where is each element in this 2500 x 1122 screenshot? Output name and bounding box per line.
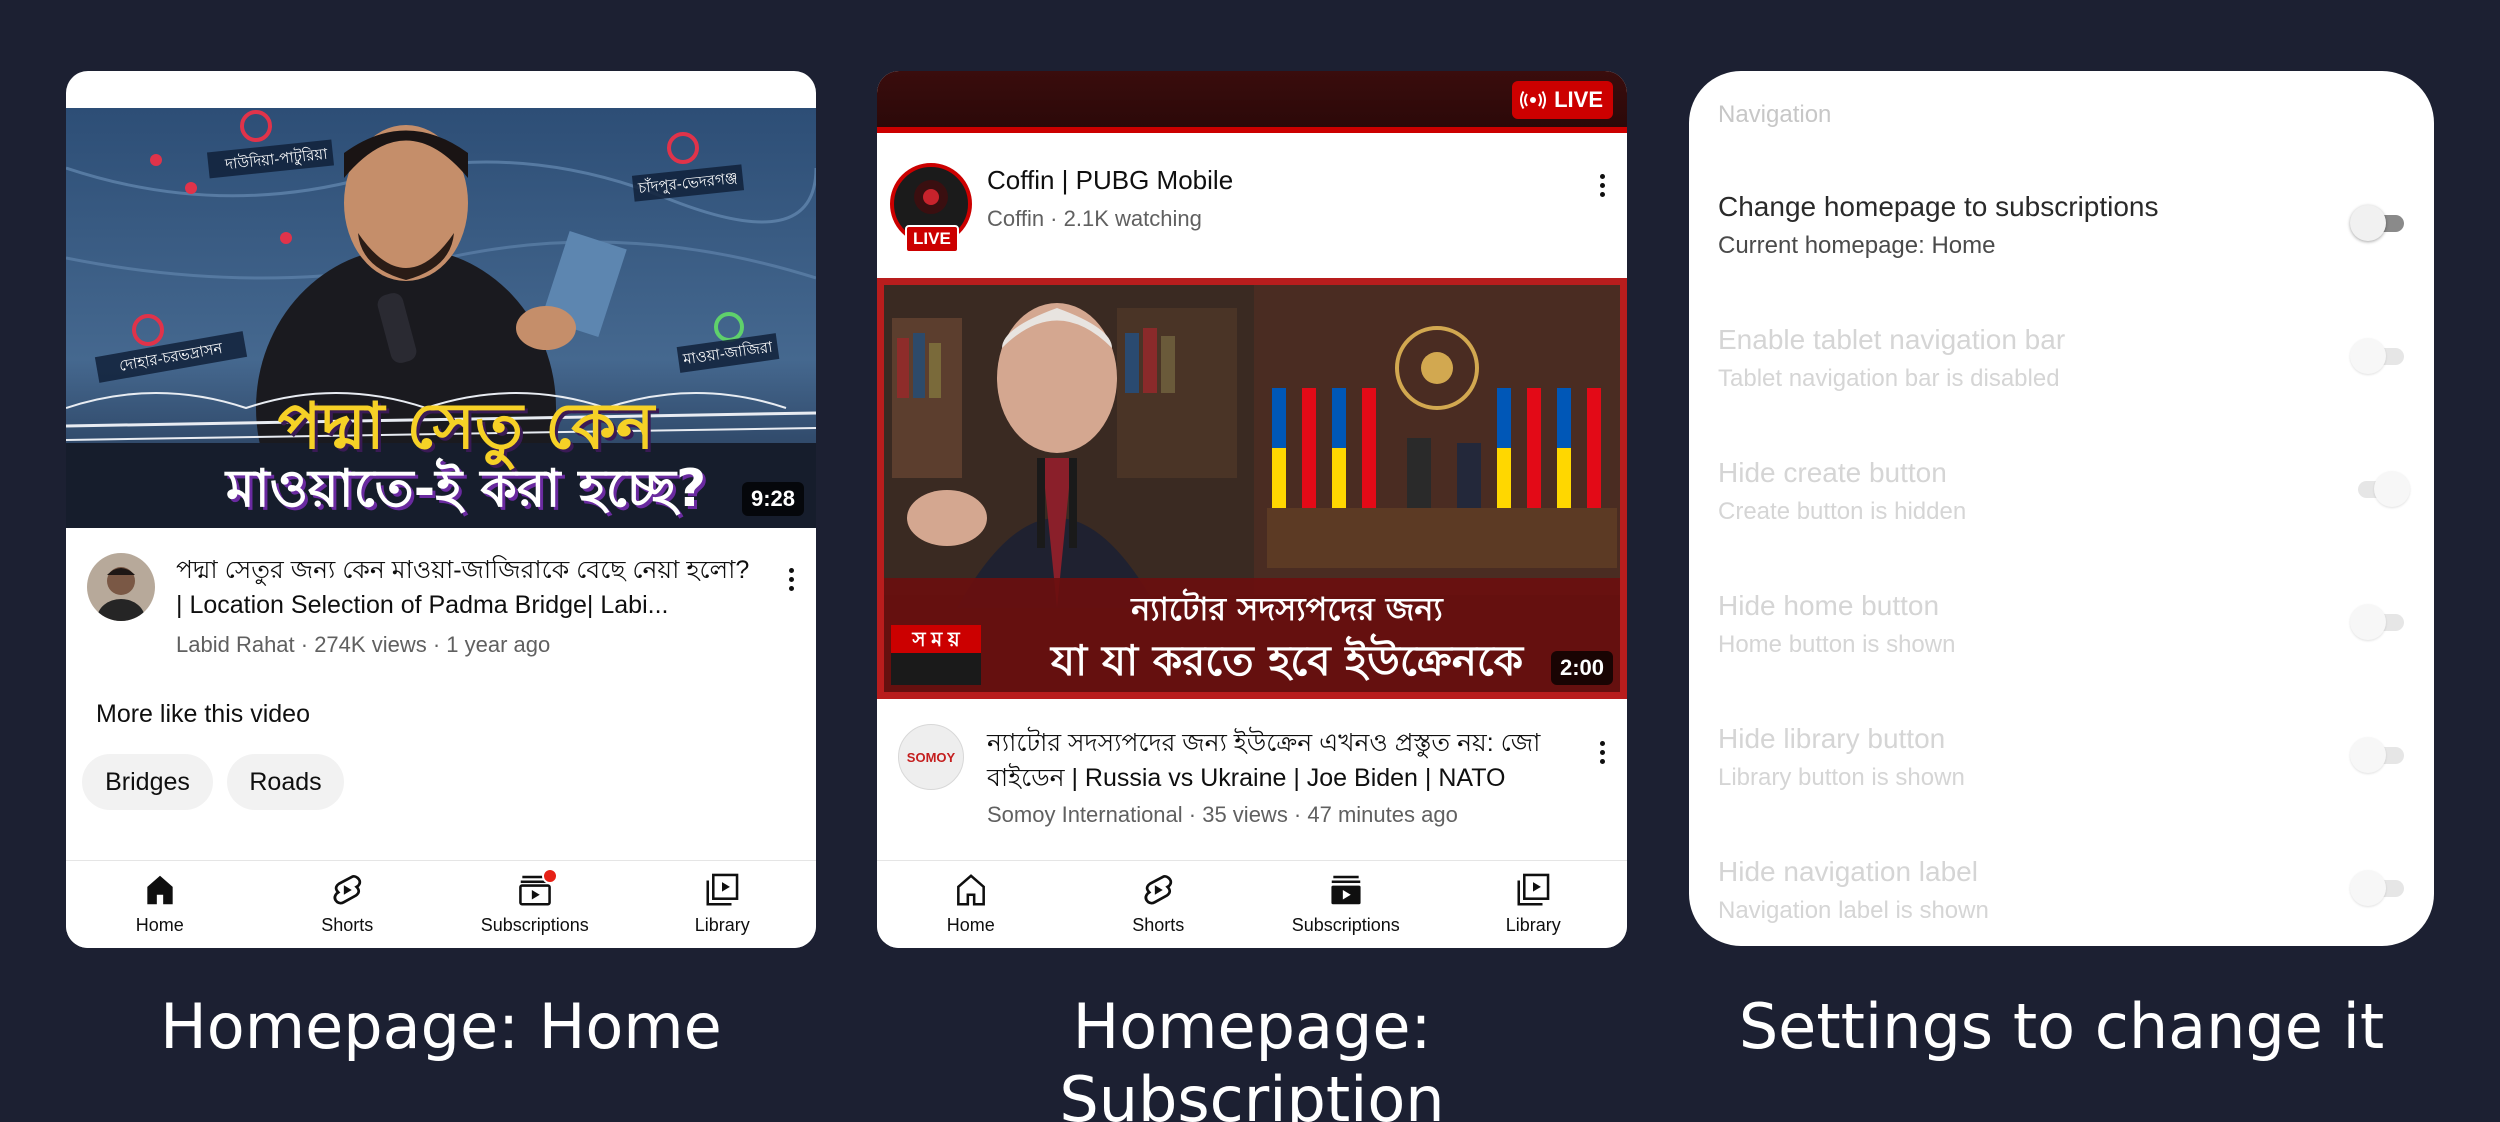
- more-options-icon[interactable]: [1590, 167, 1614, 203]
- setting-toggle[interactable]: [2350, 338, 2408, 374]
- video-title[interactable]: পদ্মা সেতুর জন্য কেন মাওয়া-জাজিরাকে বেছ…: [176, 553, 756, 623]
- live-broadcast-icon: [1520, 91, 1547, 109]
- video-meta: Labid Rahat · 274K views · 1 year ago: [176, 632, 551, 657]
- setting-toggle[interactable]: [2350, 737, 2408, 773]
- setting-subtitle: Create button is hidden: [1718, 498, 1967, 525]
- nav-home[interactable]: Home: [877, 861, 1065, 948]
- live-badge-label: LIVE: [1554, 87, 1603, 112]
- live-stream-top-strip[interactable]: LIVE: [877, 71, 1627, 133]
- somoy-avatar-text: SOMOY: [906, 749, 956, 765]
- setting-title: Hide create button: [1718, 457, 1947, 488]
- thumbnail-headline-2: মাওয়াতে-ই করা হচ্ছে?: [225, 459, 707, 519]
- setting-subtitle: Tablet navigation bar is disabled: [1718, 365, 2060, 392]
- more-options-icon[interactable]: [1590, 734, 1614, 770]
- video-info-row[interactable]: পদ্মা সেতুর জন্য কেন মাওয়া-জাজিরাকে বেছ…: [66, 541, 816, 661]
- setting-title: Hide navigation label: [1718, 856, 1978, 887]
- setting-change-homepage[interactable]: Change homepage to subscriptions Current…: [1718, 191, 2408, 260]
- home-filled-icon: [147, 875, 173, 905]
- setting-title: Enable tablet navigation bar: [1718, 324, 2066, 355]
- nav-subscriptions[interactable]: Subscriptions: [1252, 861, 1440, 948]
- setting-subtitle: Home button is shown: [1718, 631, 1956, 658]
- setting-title: Hide home button: [1718, 590, 1940, 621]
- video-thumbnail-nato[interactable]: ন্যাটোর সদস্যপদের জন্য যা যা করতে হবে ইউ…: [877, 278, 1627, 699]
- live-border: [877, 127, 1627, 133]
- setting-tablet-nav-bar[interactable]: Enable tablet navigation bar Tablet navi…: [1718, 324, 2408, 393]
- live-channel-title[interactable]: Coffin | PUBG Mobile: [987, 163, 1233, 198]
- video-meta: Somoy International · 35 views · 47 minu…: [987, 802, 1458, 827]
- video-thumbnail-padma[interactable]: পদ্মা সেতু কেন মাওয়াতে-ই করা হচ্ছে? দাউ…: [66, 108, 816, 528]
- nav-library[interactable]: Library: [629, 861, 817, 948]
- nav-library[interactable]: Library: [1440, 861, 1628, 948]
- live-channel-meta: Coffin · 2.1K watching: [987, 206, 1202, 231]
- nav-home[interactable]: Home: [66, 861, 254, 948]
- library-icon: [1517, 873, 1550, 906]
- library-icon: [706, 873, 739, 906]
- setting-toggle[interactable]: [2350, 205, 2408, 241]
- setting-hide-home-button[interactable]: Hide home button Home button is shown: [1718, 590, 2408, 659]
- video-duration: 2:00: [1550, 651, 1613, 685]
- setting-title: Hide library button: [1718, 723, 1946, 754]
- setting-hide-create-button[interactable]: Hide create button Create button is hidd…: [1718, 457, 2410, 526]
- setting-hide-library-button[interactable]: Hide library button Library button is sh…: [1718, 723, 2408, 792]
- setting-subtitle: Current homepage: Home: [1718, 232, 1996, 259]
- homepage-subscriptions-panel: LIVE LIVE Coffin | PUBG Mobile Coffin · …: [877, 71, 1627, 948]
- channel-avatar[interactable]: SOMOY: [898, 724, 964, 790]
- bottom-navigation: Home Shorts Subscriptions Library: [877, 860, 1627, 948]
- thumbnail-overlay-line-2: যা যা করতে হবে ইউক্রেনকে: [1050, 636, 1524, 685]
- setting-toggle[interactable]: [2350, 604, 2408, 640]
- channel-avatar[interactable]: [87, 553, 155, 621]
- nav-label: Shorts: [1132, 915, 1185, 935]
- chip-bridges[interactable]: Bridges: [82, 754, 213, 810]
- setting-hide-navigation-label[interactable]: Hide navigation label Navigation label i…: [1718, 856, 2408, 925]
- navigation-settings-panel: Navigation Change homepage to subscripti…: [1689, 71, 2434, 946]
- shorts-icon: [1144, 874, 1173, 905]
- video-info-row[interactable]: SOMOY ন্যাটোর সদস্যপদের জন্য ইউক্রেন এখন…: [877, 714, 1627, 834]
- live-badge: LIVE: [1512, 81, 1613, 119]
- setting-toggle[interactable]: [2350, 471, 2410, 507]
- nav-shorts[interactable]: Shorts: [254, 861, 442, 948]
- more-options-icon[interactable]: [779, 561, 803, 597]
- nav-label: Shorts: [321, 915, 374, 935]
- chip-roads[interactable]: Roads: [227, 754, 344, 810]
- somoy-logo-text: স ম য়: [912, 629, 960, 651]
- caption-settings: Settings to change it: [1738, 990, 2385, 1063]
- caption-homepage-subscription: Homepage: Subscription: [1059, 990, 1445, 1122]
- setting-toggle[interactable]: [2350, 870, 2408, 906]
- nav-label: Library: [694, 915, 750, 935]
- nav-label: Subscriptions: [1291, 915, 1400, 935]
- shorts-icon: [333, 874, 362, 905]
- more-like-heading: More like this video: [96, 700, 310, 728]
- subscriptions-filled-icon: [1331, 875, 1361, 905]
- nav-shorts[interactable]: Shorts: [1065, 861, 1253, 948]
- home-outline-icon: [956, 874, 985, 906]
- notification-dot: [542, 868, 558, 884]
- live-channel-row[interactable]: LIVE Coffin | PUBG Mobile Coffin · 2.1K …: [877, 151, 1627, 261]
- video-duration: 9:28: [741, 482, 804, 516]
- avatar-person-icon: [97, 567, 145, 621]
- nav-subscriptions[interactable]: Subscriptions: [441, 861, 629, 948]
- setting-subtitle: Library button is shown: [1718, 764, 1965, 791]
- bottom-navigation: Home Shorts Subscriptions Library: [66, 860, 816, 948]
- caption-homepage-home: Homepage: Home: [160, 990, 722, 1063]
- video-title[interactable]: ন্যাটোর সদস্যপদের জন্য ইউক্রেন এখনও প্রস…: [987, 726, 1567, 796]
- nav-label: Home: [135, 915, 184, 935]
- setting-title: Change homepage to subscriptions: [1718, 191, 2159, 222]
- setting-subtitle: Navigation label is shown: [1718, 897, 1989, 924]
- nav-label: Home: [946, 915, 995, 935]
- nav-label: Subscriptions: [480, 915, 589, 935]
- avatar-live-badge: LIVE: [905, 225, 959, 253]
- settings-section-header: Navigation: [1718, 101, 1832, 128]
- homepage-home-panel: পদ্মা সেতু কেন মাওয়াতে-ই করা হচ্ছে? দাউ…: [66, 71, 816, 948]
- nav-label: Library: [1505, 915, 1561, 935]
